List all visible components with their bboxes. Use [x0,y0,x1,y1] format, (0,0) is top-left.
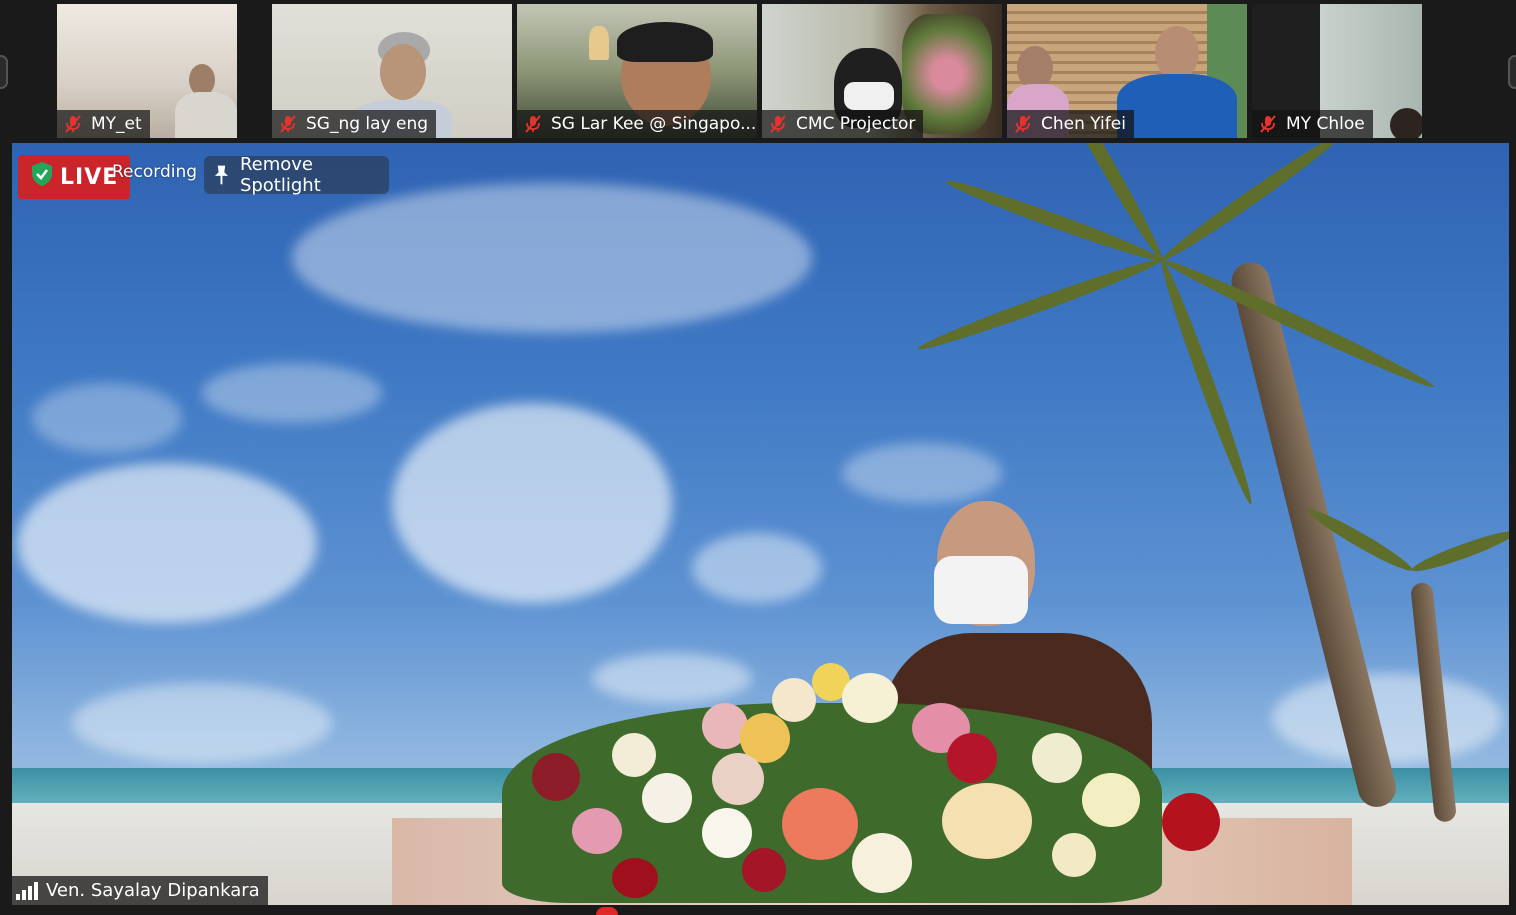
flower [782,788,858,860]
mic-muted-icon [278,114,298,134]
cloud [202,363,382,423]
flower [532,753,580,801]
palm-frond [943,174,1165,267]
flower [742,848,786,892]
participant-name-label: MY Chloe [1252,110,1373,138]
flower [842,673,898,723]
participant-strip: MY_et SG_ng lay eng SG Lar Kee @ Singapo… [0,0,1516,142]
flower [702,808,752,858]
signal-strength-icon [16,881,38,900]
palm-frond [1409,525,1509,577]
flower [712,753,764,805]
scroll-right-button[interactable] [1508,55,1516,89]
flower [947,733,997,783]
speaker-name-text: Ven. Sayalay Dipankara [46,880,260,901]
flower [852,833,912,893]
spotlight-video[interactable] [12,143,1509,905]
palm-frond [1035,143,1169,264]
flower [942,783,1032,859]
participant-tile[interactable]: CMC Projector [762,4,1002,138]
face-mask [934,556,1028,624]
shield-check-icon [32,162,52,186]
mic-muted-icon [523,114,543,134]
palm-frond [915,253,1165,356]
remove-spotlight-button[interactable]: Remove Spotlight [204,154,389,196]
cloud [392,403,672,603]
flower [772,678,816,722]
participant-name-label: SG Lar Kee @ Singapo... [517,110,757,138]
flower [572,808,622,854]
flower [1052,833,1096,877]
cloud [592,653,752,703]
flower [1162,793,1220,851]
pin-icon [214,165,229,185]
participant-tile[interactable]: MY_et [57,4,237,138]
recording-indicator: Recording [112,162,198,182]
cloud [72,683,332,763]
mic-muted-icon [1258,114,1278,134]
notification-dot [596,907,618,915]
cloud [292,183,812,333]
flower [642,773,692,823]
mic-muted-icon [63,114,83,134]
participant-name-label: CMC Projector [762,110,924,138]
cloud [32,383,182,453]
mic-muted-icon [1013,114,1033,134]
cloud [842,443,1002,503]
participant-tile[interactable]: MY Chloe [1252,4,1422,138]
live-label: LIVE [60,165,119,190]
cloud [692,533,822,603]
participant-name-label: SG_ng lay eng [272,110,437,138]
participant-tile[interactable]: Chen Yifei [1007,4,1247,138]
scroll-left-button[interactable] [0,55,8,89]
bottom-bar [0,905,1516,915]
palm-frond [1157,143,1347,266]
flower [612,858,658,898]
flower [612,733,656,777]
participant-name-label: MY_et [57,110,150,138]
cloud [17,463,317,623]
flower [1082,773,1140,827]
speaker-name-label: Ven. Sayalay Dipankara [12,876,268,905]
mic-muted-icon [768,114,788,134]
flower [1032,733,1082,783]
participant-tile[interactable]: SG Lar Kee @ Singapo... [517,4,757,138]
participant-name-label: Chen Yifei [1007,110,1134,138]
participant-tile[interactable]: SG_ng lay eng [272,4,512,138]
remove-spotlight-label: Remove Spotlight [239,154,321,196]
